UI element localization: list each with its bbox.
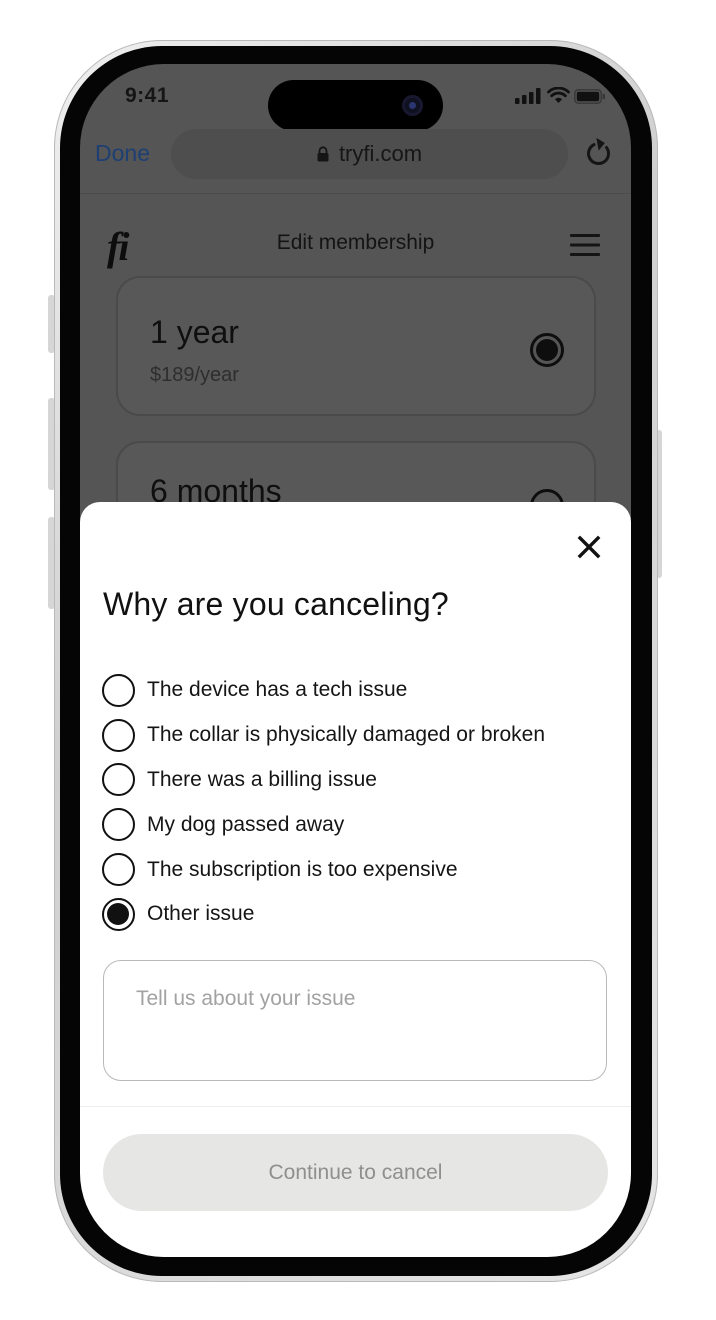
page-title: Edit membership <box>276 231 435 254</box>
phone-screen: 9:41 Done tryfi.com fi Edit membership 1… <box>80 64 631 1257</box>
plan-card-1-year[interactable]: 1 year $189/year <box>116 276 596 416</box>
reason-option[interactable]: The device has a tech issue <box>102 668 612 713</box>
reason-label: The collar is physically damaged or brok… <box>147 723 546 747</box>
reason-label: The device has a tech issue <box>147 678 408 702</box>
reason-option[interactable]: My dog passed away <box>102 802 612 847</box>
sheet-title: Why are you canceling? <box>103 586 449 622</box>
reason-option[interactable]: The collar is physically damaged or brok… <box>102 713 612 758</box>
reason-option[interactable]: Other issue <box>102 892 612 937</box>
wifi-icon <box>547 87 570 103</box>
reason-label: The subscription is too expensive <box>147 857 458 881</box>
reason-label: Other issue <box>147 902 255 926</box>
close-icon[interactable] <box>577 535 601 559</box>
radio-button[interactable] <box>102 763 135 797</box>
reload-icon[interactable] <box>585 136 613 168</box>
continue-to-cancel-button[interactable]: Continue to cancel <box>103 1134 608 1211</box>
plan-price: $189/year <box>150 364 239 386</box>
plan-radio-selected[interactable] <box>530 333 564 367</box>
address-bar[interactable]: tryfi.com <box>171 129 568 179</box>
issue-textarea[interactable] <box>104 961 606 1080</box>
status-bar: 9:41 <box>80 64 631 131</box>
front-camera-icon <box>402 95 423 116</box>
reason-option[interactable]: The subscription is too expensive <box>102 847 612 892</box>
reason-list: The device has a tech issue The collar i… <box>102 668 612 937</box>
radio-button[interactable] <box>102 808 135 842</box>
reason-option[interactable]: There was a billing issue <box>102 758 612 803</box>
plan-name: 1 year <box>150 314 239 350</box>
status-time: 9:41 <box>125 84 170 107</box>
reason-label: My dog passed away <box>147 812 345 836</box>
browser-bar: Done tryfi.com <box>80 126 631 194</box>
status-icons <box>515 87 605 104</box>
radio-button-selected[interactable] <box>102 897 135 931</box>
stage: 9:41 Done tryfi.com fi Edit membership 1… <box>0 0 716 1320</box>
signal-icon <box>515 88 541 104</box>
menu-icon[interactable] <box>570 234 600 256</box>
issue-textarea-wrapper <box>103 960 607 1081</box>
lock-icon <box>317 146 329 162</box>
reason-label: There was a billing issue <box>147 767 377 791</box>
cancel-reason-sheet: Why are you canceling? The device has a … <box>80 502 631 1257</box>
battery-icon <box>574 89 605 104</box>
url-text: tryfi.com <box>338 141 423 166</box>
dynamic-island <box>268 80 443 131</box>
divider <box>80 1106 631 1107</box>
radio-button[interactable] <box>102 718 135 752</box>
radio-button[interactable] <box>102 673 135 707</box>
done-button[interactable]: Done <box>95 140 150 167</box>
radio-button[interactable] <box>102 853 135 887</box>
